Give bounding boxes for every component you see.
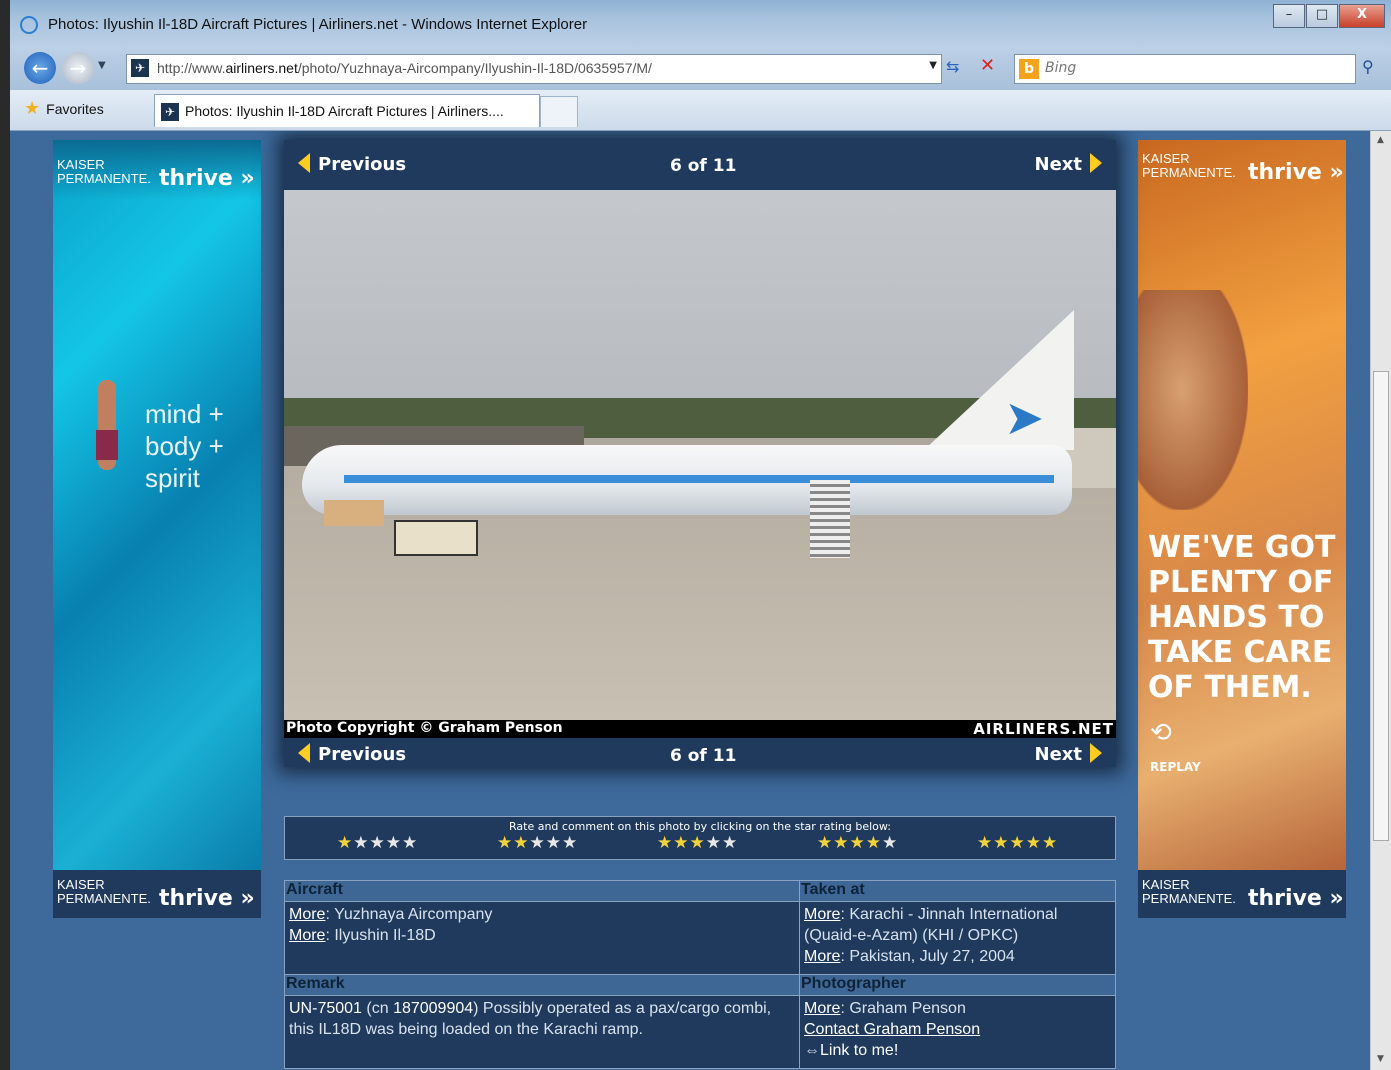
stop-icon[interactable]: ✕ (980, 55, 995, 76)
aircraft-photo[interactable]: ➤ (284, 190, 1116, 720)
next-button[interactable]: Next (1035, 743, 1102, 765)
scroll-up-icon[interactable]: ▲ (1377, 135, 1384, 145)
window-controls: – □ X (1272, 4, 1385, 28)
new-tab-button[interactable] (540, 96, 578, 127)
ad-thrive-logo-bottom: thrive » (1248, 886, 1344, 911)
cn-number: 187009904 (393, 1000, 474, 1017)
rating-3-star[interactable]: ★★★★★ (657, 833, 738, 853)
remark-header: Remark (284, 974, 800, 996)
minimize-button[interactable]: – (1273, 4, 1305, 28)
aircraft-header: Aircraft (284, 880, 800, 902)
tab-active[interactable]: ✈ Photos: Ilyushin Il-18D Aircraft Pictu… (154, 94, 540, 127)
photo-viewer: Previous 6 of 11 Next ➤ Photo Copyright … (284, 140, 1116, 767)
arrow-right-icon (1090, 743, 1102, 763)
star-icon: ★ (24, 98, 41, 118)
location-name: Karachi - Jinnah International (Quaid-e-… (804, 906, 1058, 944)
search-field[interactable]: b Bing (1014, 54, 1356, 84)
rating-4-star[interactable]: ★★★★★ (817, 833, 898, 853)
arrow-left-icon (298, 743, 310, 763)
photographer-details: More: Graham Penson Contact Graham Penso… (799, 995, 1116, 1069)
more-date-link[interactable]: More (804, 948, 840, 965)
next-button[interactable]: Next (1035, 153, 1102, 175)
rating-2-star[interactable]: ★★★★★ (497, 833, 578, 853)
previous-button[interactable]: Previous (298, 743, 406, 765)
more-type-link[interactable]: More (289, 927, 325, 944)
arrow-left-icon (298, 153, 310, 173)
photo-nav-top: Previous 6 of 11 Next (284, 140, 1116, 186)
taken-at-details: More: Karachi - Jinnah International (Qu… (799, 901, 1116, 975)
link-icon: ⇔ (804, 1042, 820, 1059)
more-airline-link[interactable]: More (289, 906, 325, 923)
link-to-me[interactable]: Link to me! (820, 1042, 898, 1059)
site-favicon-icon: ✈ (161, 103, 179, 121)
ie-icon (20, 16, 38, 34)
photo-counter: 6 of 11 (670, 156, 737, 176)
contact-photographer-link[interactable]: Contact Graham Penson (804, 1021, 980, 1038)
back-button[interactable]: ← (24, 52, 56, 84)
arrow-right-icon: → (69, 56, 87, 80)
replay-icon[interactable]: ⟲ (1150, 718, 1172, 748)
photo-date: Pakistan, July 27, 2004 (849, 948, 1015, 965)
photo-counter: 6 of 11 (670, 746, 737, 766)
ad-thrive-logo: thrive » (1248, 160, 1344, 185)
vertical-scrollbar[interactable]: ▲ ▼ (1370, 131, 1391, 1070)
ad-slogan: mind + body + spirit (145, 399, 224, 493)
photographer-header: Photographer (799, 974, 1116, 996)
ad-brand-bottom: KAISER PERMANENTE. (1142, 877, 1236, 906)
more-photographer-link[interactable]: More (804, 1000, 840, 1017)
rating-1-star[interactable]: ★★★★★ (337, 833, 418, 853)
title-bar: Photos: Ilyushin Il-18D Aircraft Picture… (10, 0, 1391, 48)
ad-right-banner[interactable]: KAISER PERMANENTE. thrive » WE'VE GOT PLE… (1138, 140, 1346, 918)
ad-headline: WE'VE GOT PLENTY OF HANDS TO TAKE CARE O… (1148, 530, 1336, 705)
ad-brand: KAISER PERMANENTE. (1142, 151, 1236, 180)
address-bar-row: ← → ▼ ✈ http://www.airliners.net/photo/Y… (10, 48, 1391, 90)
maximize-button[interactable]: □ (1306, 4, 1338, 28)
remark-text: UN-75001 (cn 187009904) Possibly operate… (284, 995, 800, 1069)
ad-thrive-logo-bottom: thrive » (159, 886, 255, 911)
search-icon[interactable]: ⚲ (1362, 57, 1374, 76)
search-placeholder: Bing (1045, 60, 1077, 76)
close-button[interactable]: X (1339, 4, 1385, 28)
registration: UN-75001 (289, 1000, 362, 1017)
arrow-left-icon: ← (31, 56, 49, 80)
forward-button[interactable]: → (62, 52, 94, 84)
airline-name: Yuzhnaya Aircompany (334, 906, 493, 923)
bing-logo-icon: b (1019, 59, 1039, 79)
history-dropdown-icon[interactable]: ▼ (98, 60, 106, 71)
photo-info-table: Aircraft Taken at More: Yuzhnaya Aircomp… (284, 880, 1116, 1069)
address-dropdown-icon[interactable]: ▼ (929, 60, 937, 71)
more-location-link[interactable]: More (804, 906, 840, 923)
ad-left-banner[interactable]: KAISER PERMANENTE. thrive » mind + body + s… (53, 140, 261, 918)
tab-title: Photos: Ilyushin Il-18D Aircraft Picture… (185, 103, 504, 119)
photographer-name: Graham Penson (849, 1000, 966, 1017)
taken-at-header: Taken at (799, 880, 1116, 902)
arrow-right-icon (1090, 153, 1102, 173)
address-field[interactable]: ✈ http://www.airliners.net/photo/Yuzhnay… (126, 54, 942, 84)
scroll-down-icon[interactable]: ▼ (1377, 1054, 1384, 1064)
window-title: Photos: Ilyushin Il-18D Aircraft Picture… (48, 16, 588, 33)
photo-nav-bottom: Previous 6 of 11 Next (284, 730, 1116, 776)
previous-button[interactable]: Previous (298, 153, 406, 175)
replay-button[interactable]: REPLAY (1150, 760, 1201, 774)
child-face-image (1138, 290, 1248, 510)
rating-panel: Rate and comment on this photo by clicki… (284, 816, 1116, 860)
page-content: KAISER PERMANENTE. thrive » mind + body + s… (10, 131, 1370, 1070)
ad-brand-bottom: KAISER PERMANENTE. (57, 877, 151, 906)
tab-row: ★ Favorites ✈ Photos: Ilyushin Il-18D Air… (10, 90, 1391, 131)
address-url[interactable]: http://www.airliners.net/photo/Yuzhnaya-… (157, 60, 652, 76)
aircraft-type: Ilyushin Il-18D (334, 927, 436, 944)
rating-prompt: Rate and comment on this photo by clicki… (508, 820, 891, 833)
favorites-button[interactable]: ★ Favorites (24, 98, 104, 119)
ad-brand: KAISER PERMANENTE. (57, 157, 151, 186)
swimmer-image (88, 340, 128, 520)
site-favicon-icon: ✈ (131, 59, 149, 77)
scroll-thumb[interactable] (1373, 371, 1389, 841)
rating-5-star[interactable]: ★★★★★ (977, 833, 1058, 853)
refresh-icon[interactable]: ⇆ (946, 57, 959, 76)
aircraft-details: More: Yuzhnaya Aircompany More: Ilyushin… (284, 901, 800, 975)
ad-thrive-logo: thrive » (159, 166, 255, 191)
